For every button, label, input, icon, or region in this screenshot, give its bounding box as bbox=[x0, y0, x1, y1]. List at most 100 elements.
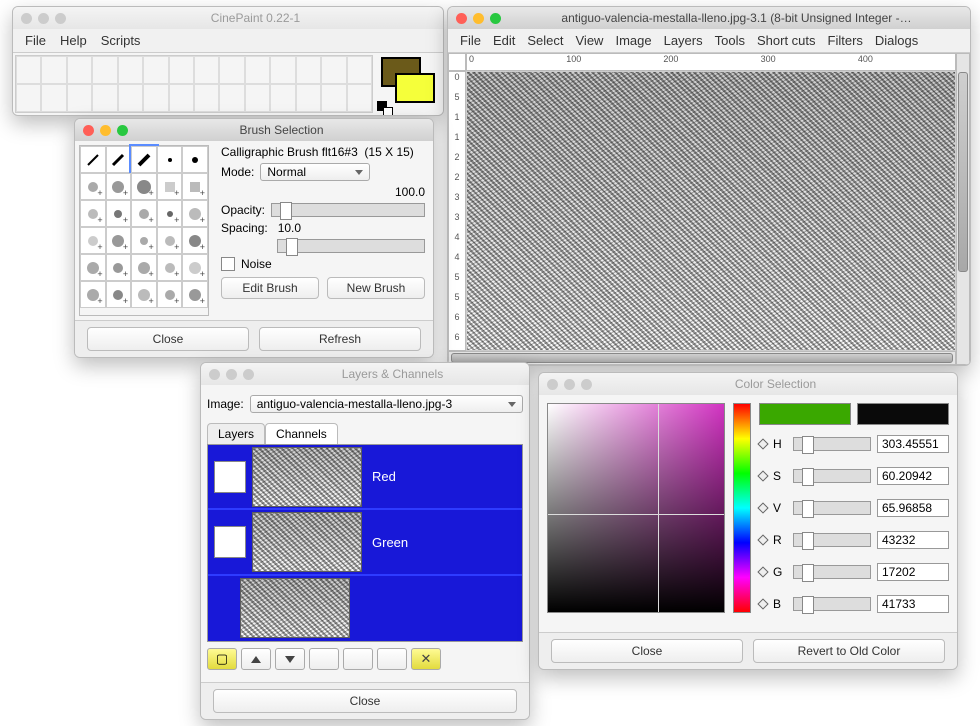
value-r[interactable] bbox=[877, 531, 949, 549]
radio-r[interactable] bbox=[757, 534, 768, 545]
menu-file[interactable]: File bbox=[25, 33, 46, 48]
tab-channels[interactable]: Channels bbox=[265, 423, 338, 444]
slider-g[interactable] bbox=[793, 565, 871, 579]
brush-item[interactable]: + bbox=[106, 227, 132, 254]
value-g[interactable] bbox=[877, 563, 949, 581]
brush-item[interactable]: + bbox=[106, 281, 132, 308]
ruler-vertical[interactable]: 051122334455667 bbox=[448, 71, 466, 351]
brush-item[interactable]: + bbox=[80, 227, 106, 254]
palette-cell[interactable] bbox=[92, 56, 117, 84]
brush-item[interactable] bbox=[106, 146, 132, 173]
traffic-lights[interactable] bbox=[21, 13, 66, 24]
raise-channel-button[interactable] bbox=[241, 648, 271, 670]
zoom-icon[interactable] bbox=[581, 379, 592, 390]
palette-cell[interactable] bbox=[296, 84, 321, 112]
edit-brush-button[interactable]: Edit Brush bbox=[221, 277, 319, 299]
spacing-slider[interactable] bbox=[277, 239, 425, 253]
palette-cell[interactable] bbox=[67, 56, 92, 84]
traffic-lights[interactable] bbox=[547, 379, 592, 390]
palette-cell[interactable] bbox=[270, 56, 295, 84]
channel-row[interactable]: Red bbox=[208, 445, 522, 510]
brush-item[interactable] bbox=[80, 146, 106, 173]
close-icon[interactable] bbox=[209, 369, 220, 380]
button-6[interactable] bbox=[377, 648, 407, 670]
palette-cell[interactable] bbox=[118, 84, 143, 112]
value-h[interactable] bbox=[877, 435, 949, 453]
traffic-lights[interactable] bbox=[83, 125, 128, 136]
palette-cell[interactable] bbox=[143, 56, 168, 84]
button-4[interactable] bbox=[309, 648, 339, 670]
zoom-icon[interactable] bbox=[117, 125, 128, 136]
bg-color-swatch[interactable] bbox=[395, 73, 435, 103]
palette-cell[interactable] bbox=[347, 56, 372, 84]
menu-scripts[interactable]: Scripts bbox=[101, 33, 141, 48]
minimize-icon[interactable] bbox=[38, 13, 49, 24]
channel-visibility-toggle[interactable] bbox=[214, 526, 246, 558]
brush-item[interactable]: + bbox=[182, 200, 208, 227]
brush-item[interactable]: + bbox=[80, 254, 106, 281]
radio-s[interactable] bbox=[757, 470, 768, 481]
value-b[interactable] bbox=[877, 595, 949, 613]
minimize-icon[interactable] bbox=[564, 379, 575, 390]
brush-item[interactable]: + bbox=[157, 200, 183, 227]
brush-item[interactable]: + bbox=[131, 281, 157, 308]
radio-b[interactable] bbox=[757, 598, 768, 609]
channel-visibility-toggle[interactable] bbox=[214, 461, 246, 493]
value-v[interactable] bbox=[877, 499, 949, 517]
palette-cell[interactable] bbox=[347, 84, 372, 112]
color-revert-button[interactable]: Revert to Old Color bbox=[753, 639, 945, 663]
slider-s[interactable] bbox=[793, 469, 871, 483]
main-titlebar[interactable]: CinePaint 0.22-1 bbox=[13, 7, 443, 29]
slider-b[interactable] bbox=[793, 597, 871, 611]
slider-v[interactable] bbox=[793, 501, 871, 515]
channel-row[interactable]: Green bbox=[208, 510, 522, 575]
menu-layers[interactable]: Layers bbox=[664, 33, 703, 48]
lower-channel-button[interactable] bbox=[275, 648, 305, 670]
tab-layers[interactable]: Layers bbox=[207, 423, 265, 444]
palette-cell[interactable] bbox=[41, 56, 66, 84]
palette-cell[interactable] bbox=[143, 84, 168, 112]
palette-cell[interactable] bbox=[41, 84, 66, 112]
close-icon[interactable] bbox=[21, 13, 32, 24]
color-swatches[interactable] bbox=[377, 55, 441, 113]
close-icon[interactable] bbox=[547, 379, 558, 390]
minimize-icon[interactable] bbox=[100, 125, 111, 136]
traffic-lights[interactable] bbox=[209, 369, 254, 380]
brush-item[interactable]: + bbox=[106, 200, 132, 227]
menu-tools[interactable]: Tools bbox=[715, 33, 745, 48]
brush-item[interactable]: + bbox=[131, 173, 157, 200]
palette-cell[interactable] bbox=[245, 84, 270, 112]
radio-g[interactable] bbox=[757, 566, 768, 577]
brush-item[interactable]: + bbox=[182, 173, 208, 200]
brush-item[interactable]: + bbox=[182, 281, 208, 308]
zoom-icon[interactable] bbox=[243, 369, 254, 380]
noise-checkbox[interactable] bbox=[221, 257, 235, 271]
palette-cell[interactable] bbox=[67, 84, 92, 112]
brush-refresh-button[interactable]: Refresh bbox=[259, 327, 421, 351]
layers-close-button[interactable]: Close bbox=[213, 689, 517, 713]
brush-grid[interactable]: + + + + + + + + + + + + + + + + + + + + … bbox=[79, 145, 209, 316]
brush-item[interactable]: + bbox=[157, 173, 183, 200]
hue-picker[interactable] bbox=[733, 403, 751, 613]
minimize-icon[interactable] bbox=[226, 369, 237, 380]
brush-item[interactable]: + bbox=[157, 227, 183, 254]
new-brush-button[interactable]: New Brush bbox=[327, 277, 425, 299]
main-menubar[interactable]: File Help Scripts bbox=[13, 29, 443, 53]
brush-item[interactable] bbox=[157, 146, 183, 173]
scrollbar-vertical[interactable] bbox=[956, 53, 970, 365]
menu-dialogs[interactable]: Dialogs bbox=[875, 33, 918, 48]
menu-file[interactable]: File bbox=[460, 33, 481, 48]
brush-close-button[interactable]: Close bbox=[87, 327, 249, 351]
palette-cell[interactable] bbox=[321, 84, 346, 112]
slider-r[interactable] bbox=[793, 533, 871, 547]
brush-item[interactable]: + bbox=[131, 254, 157, 281]
palette-cell[interactable] bbox=[118, 56, 143, 84]
menu-edit[interactable]: Edit bbox=[493, 33, 515, 48]
brush-item[interactable]: + bbox=[157, 254, 183, 281]
brush-item-selected[interactable] bbox=[131, 146, 157, 173]
close-icon[interactable] bbox=[83, 125, 94, 136]
sv-picker[interactable] bbox=[547, 403, 725, 613]
palette-cell[interactable] bbox=[194, 84, 219, 112]
mini-white-swatch[interactable] bbox=[383, 107, 393, 115]
mode-select[interactable]: Normal bbox=[260, 163, 370, 181]
